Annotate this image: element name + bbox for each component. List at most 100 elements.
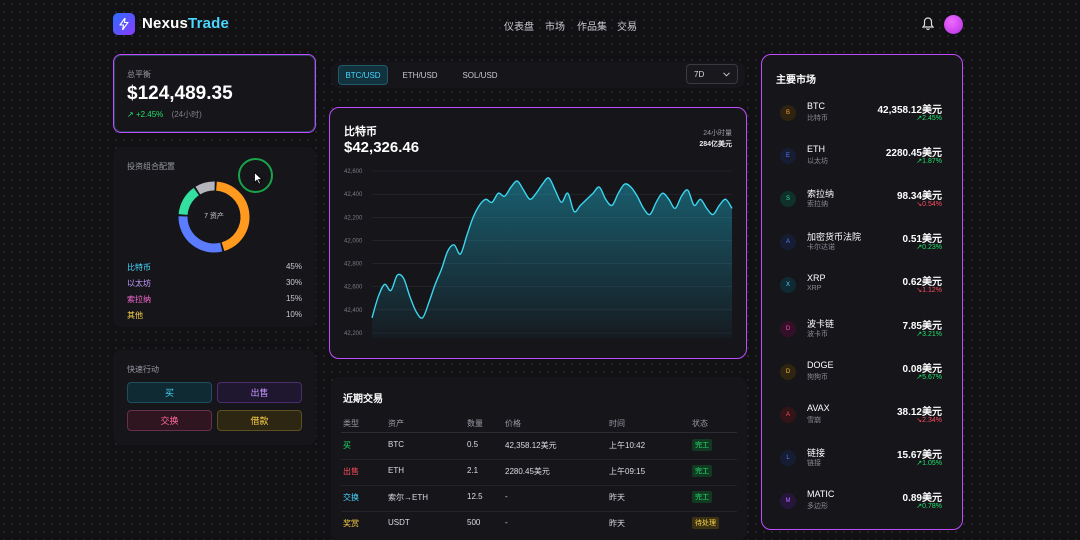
donut-slice xyxy=(195,181,215,195)
table-cell-type: 买 xyxy=(343,441,351,450)
status-badge: 完工 xyxy=(692,465,712,477)
coin-name: 狗狗币 xyxy=(807,373,828,381)
y-tick-label: 42,400 xyxy=(344,192,363,198)
price-area-chart: 42,600 42,400 42,200 42,000 42,800 42,600 42,4… xyxy=(344,169,733,338)
coin-change: ↗1.05% xyxy=(916,459,942,467)
brand-name[interactable]: NexusTrade xyxy=(142,15,229,32)
borrow-button[interactable]: 借款 xyxy=(217,410,302,431)
market-row[interactable]: A AVAX 雪崩 38.12美元 ↘2.34% xyxy=(762,403,962,445)
table-cell-price: 42,358.12美元 xyxy=(505,441,557,450)
coin-change: ↗0.78% xyxy=(916,502,942,510)
table-cell-time: 昨天 xyxy=(609,493,625,502)
nav-trade[interactable]: 交易 xyxy=(617,18,637,33)
coin-symbol: AVAX xyxy=(807,402,830,413)
table-row[interactable]: 出售 ETH 2.1 2280.45美元 上午09:15 完工 xyxy=(331,465,747,482)
table-row[interactable]: 买 BTC 0.5 42,358.12美元 上午10:42 完工 xyxy=(331,439,747,456)
coin-change: ↗3.21% xyxy=(916,330,942,338)
period-select[interactable]: 7D xyxy=(686,64,738,84)
coin-name: 以太坊 xyxy=(807,158,828,166)
coin-icon: A xyxy=(780,406,796,423)
coin-symbol: ETH xyxy=(807,144,825,155)
donut-center-label: 7 资产 xyxy=(204,213,224,220)
market-row[interactable]: S 索拉纳 索拉纳 98.34美元 ↘0.54% xyxy=(762,187,962,229)
coin-icon: S xyxy=(780,191,796,208)
tab-sol-usd[interactable]: SOL/USD xyxy=(453,65,507,85)
market-row[interactable]: A 加密货币法院 卡尔达诺 0.51美元 ↗0.23% xyxy=(762,230,962,272)
y-tick-label: 42,800 xyxy=(344,262,363,268)
coin-icon: L xyxy=(780,449,796,466)
logo[interactable] xyxy=(113,13,135,35)
tab-eth-usd[interactable]: ETH/USD xyxy=(395,65,445,85)
status-badge: 待处理 xyxy=(692,517,719,529)
price-chart-card: 比特币 $42,326.46 24小时量 284亿美元 42,600 42,400… xyxy=(329,107,747,359)
volume-value: 284亿美元 xyxy=(699,141,732,148)
coin-change: ↗5.67% xyxy=(916,373,942,381)
coin-symbol: XRP xyxy=(807,273,826,284)
volume-label: 24小时量 xyxy=(703,130,732,137)
table-cell-qty: 2.1 xyxy=(467,466,479,475)
allocation-legend-name: 索拉纳 xyxy=(127,295,151,304)
table-cell-qty: 0.5 xyxy=(467,440,479,449)
market-row[interactable]: D 波卡链 波卡币 7.85美元 ↗3.21% xyxy=(762,317,962,359)
table-cell-asset: USDT xyxy=(388,518,410,527)
donut-slice xyxy=(178,216,223,253)
coin-change: ↘1.12% xyxy=(916,287,942,295)
table-cell-qty: 12.5 xyxy=(467,492,483,501)
lightning-icon xyxy=(119,18,129,30)
table-header: 状态 xyxy=(692,419,708,428)
table-row[interactable]: 交换 索尔→ETH 12.5 - 昨天 完工 xyxy=(331,491,747,508)
tab-btc-usd[interactable]: BTC/USD xyxy=(338,65,388,85)
coin-icon: X xyxy=(780,277,796,294)
y-tick-label: 42,400 xyxy=(344,308,363,314)
table-row[interactable]: 奖赏 USDT 500 - 昨天 待处理 xyxy=(331,517,747,534)
coin-change: ↗0.23% xyxy=(916,244,942,252)
row-divider xyxy=(341,485,737,486)
allocation-title: 投资组合配置 xyxy=(127,162,175,171)
bell-icon[interactable] xyxy=(921,17,935,36)
nav-dashboard[interactable]: 仪表盘 xyxy=(504,18,534,33)
pair-tabs: BTC/USD ETH/USD SOL/USD xyxy=(331,62,745,88)
coin-name: 链接 xyxy=(807,459,821,467)
coin-symbol: BTC xyxy=(807,101,825,111)
table-header: 时间 xyxy=(609,419,625,428)
total-balance-card: 总平衡 $124,489.35 ↗ +2.45% (24小时) xyxy=(113,54,316,133)
avatar[interactable] xyxy=(944,15,963,34)
table-header: 类型 xyxy=(343,419,359,428)
markets-title: 主要市场 xyxy=(776,75,816,86)
chevron-down-icon xyxy=(723,71,730,77)
table-cell-asset: BTC xyxy=(388,440,404,449)
allocation-legend-name: 其他 xyxy=(127,311,143,320)
table-cell-type: 出售 xyxy=(343,467,359,476)
table-cell-asset: 索尔→ETH xyxy=(388,493,428,502)
coin-icon: B xyxy=(780,105,796,121)
balance-change-row: ↗ +2.45% (24小时) xyxy=(127,109,202,120)
price-area-fill xyxy=(372,177,732,338)
status-badge: 完工 xyxy=(692,439,712,451)
swap-button[interactable]: 交换 xyxy=(127,410,212,431)
market-row[interactable]: X XRP XRP 0.62美元 ↘1.12% xyxy=(762,273,962,315)
top-markets-card: 主要市场 B BTC 比特币 42,358.12美元 ↗2.45% E ETH 以太坊 2280… xyxy=(761,54,963,530)
table-cell-price: - xyxy=(505,492,508,501)
table-cell-time: 上午09:15 xyxy=(609,467,646,476)
row-divider xyxy=(341,459,737,460)
market-row[interactable]: M MATIC 多边形 0.89美元 ↗0.78% xyxy=(762,489,962,531)
coin-name: 比特币 xyxy=(807,115,828,122)
table-cell-time: 昨天 xyxy=(609,519,625,528)
market-row[interactable]: D DOGE 狗狗币 0.08美元 ↗5.67% xyxy=(762,360,962,402)
market-row[interactable]: B BTC 比特币 42,358.12美元 ↗2.45% xyxy=(762,101,962,143)
brand-name-accent: Trade xyxy=(188,15,230,32)
table-header: 资产 xyxy=(388,419,404,428)
sell-button[interactable]: 出售 xyxy=(217,382,302,403)
coin-icon: M xyxy=(780,492,796,509)
buy-button[interactable]: 买 xyxy=(127,382,212,403)
portfolio-allocation-card: 投资组合配置 7 资产 比特币 45% 以太坊 30% 索拉纳 15% 其他 10% xyxy=(113,147,316,327)
balance-amount: $124,489.35 xyxy=(127,83,233,104)
market-row[interactable]: E ETH 以太坊 2280.45美元 ↗1.87% xyxy=(762,144,962,186)
table-cell-price: - xyxy=(505,518,508,527)
y-tick-label: 42,200 xyxy=(344,331,363,337)
y-tick-label: 42,000 xyxy=(344,238,363,244)
allocation-legend-name: 以太坊 xyxy=(127,279,151,288)
nav-markets[interactable]: 市场 xyxy=(545,18,565,33)
market-row[interactable]: L 链接 链接 15.67美元 ↗1.05% xyxy=(762,446,962,488)
nav-portfolio[interactable]: 作品集 xyxy=(577,18,607,33)
